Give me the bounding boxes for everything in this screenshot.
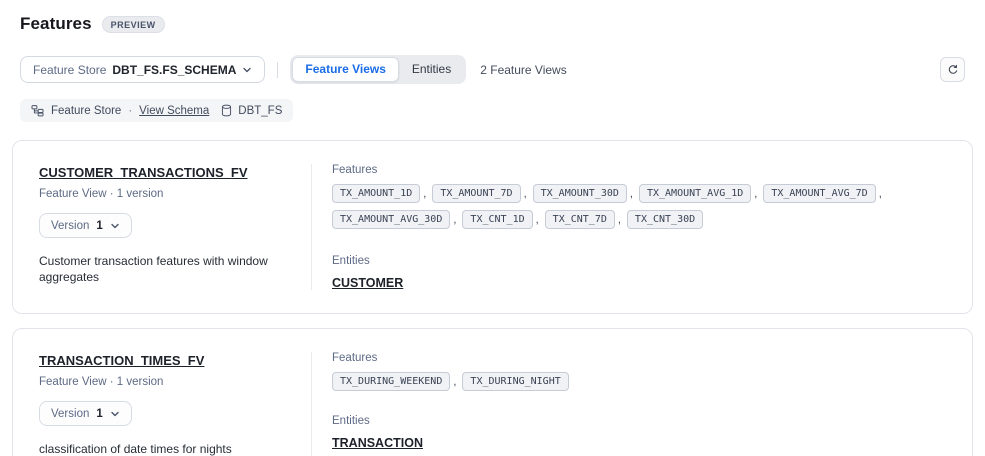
feature-chip: TX_AMOUNT_AVG_1D: [639, 184, 751, 203]
feature-view-card: TRANSACTION_TIMES_FV Feature View · 1 ve…: [12, 328, 973, 456]
feature-view-title-link[interactable]: CUSTOMER_TRANSACTIONS_FV: [39, 165, 248, 180]
database-name: DBT_FS: [238, 105, 282, 117]
page-title: Features: [20, 14, 92, 34]
schema-icon: [31, 104, 44, 117]
feature-chip: TX_AMOUNT_1D: [332, 184, 420, 203]
feature-chip: TX_DURING_WEEKEND: [332, 372, 450, 391]
refresh-button[interactable]: [940, 57, 965, 82]
chip-separator: ,: [536, 214, 539, 226]
entities-section: Entities CUSTOMER: [332, 255, 946, 290]
feature-chip: TX_CNT_7D: [545, 210, 615, 229]
feature-chip: TX_AMOUNT_30D: [533, 184, 627, 203]
chip-separator: ,: [754, 188, 757, 200]
chip-separator: ,: [453, 376, 456, 388]
preview-badge: PREVIEW: [102, 16, 165, 33]
breadcrumb-feature-store: Feature Store: [51, 105, 121, 117]
feature-chip: TX_CNT_30D: [627, 210, 703, 229]
features-section-label: Features: [332, 352, 946, 364]
feature-store-dropdown[interactable]: Feature Store DBT_FS.FS_SCHEMA: [20, 56, 265, 83]
version-value: 1: [96, 408, 102, 420]
feature-chip: TX_AMOUNT_AVG_30D: [332, 210, 450, 229]
database-icon: [220, 104, 233, 117]
version-label: Version: [51, 220, 89, 232]
features-section-label: Features: [332, 164, 946, 176]
feature-view-description: classification of date times for nights …: [39, 441, 285, 456]
entity-link-list: CUSTOMER: [332, 276, 946, 290]
feature-chip: TX_CNT_1D: [462, 210, 532, 229]
feature-view-subtitle: Feature View · 1 version: [39, 188, 285, 200]
tab-entities[interactable]: Entities: [399, 57, 464, 82]
chip-separator: ,: [879, 188, 882, 200]
chip-separator: ,: [423, 188, 426, 200]
entity-link[interactable]: TRANSACTION: [332, 436, 423, 450]
feature-store-value: DBT_FS.FS_SCHEMA: [112, 63, 236, 77]
feature-chip: TX_DURING_NIGHT: [462, 372, 568, 391]
chevron-down-icon: [110, 409, 120, 419]
entity-link[interactable]: CUSTOMER: [332, 276, 403, 290]
card-details-column: Features TX_AMOUNT_1D,TX_AMOUNT_7D,TX_AM…: [311, 164, 946, 290]
card-details-column: Features TX_DURING_WEEKEND, TX_DURING_NIG…: [311, 352, 946, 456]
chip-separator: ,: [453, 214, 456, 226]
feature-chip: TX_AMOUNT_7D: [432, 184, 520, 203]
feature-views-count: 2 Feature Views: [480, 63, 567, 77]
feature-store-label: Feature Store: [33, 63, 106, 77]
version-dropdown[interactable]: Version 1: [39, 401, 132, 426]
feature-view-description: Customer transaction features with windo…: [39, 253, 285, 285]
card-info-column: CUSTOMER_TRANSACTIONS_FV Feature View · …: [39, 164, 311, 290]
version-dropdown[interactable]: Version 1: [39, 213, 132, 238]
breadcrumb-database: DBT_FS: [220, 104, 282, 117]
feature-chip-list: TX_DURING_WEEKEND, TX_DURING_NIGHT: [332, 372, 942, 391]
chip-separator: ,: [618, 214, 621, 226]
feature-view-subtitle: Feature View · 1 version: [39, 376, 285, 388]
entity-link-list: TRANSACTION: [332, 436, 946, 450]
feature-view-title-link[interactable]: TRANSACTION_TIMES_FV: [39, 353, 204, 368]
tab-feature-views[interactable]: Feature Views: [292, 57, 398, 82]
feature-view-card: CUSTOMER_TRANSACTIONS_FV Feature View · …: [12, 140, 973, 314]
breadcrumb-separator: ·: [128, 105, 132, 117]
refresh-icon: [946, 63, 960, 77]
toolbar-divider: [277, 62, 278, 78]
entities-section: Entities TRANSACTION: [332, 415, 946, 450]
card-info-column: TRANSACTION_TIMES_FV Feature View · 1 ve…: [39, 352, 311, 456]
feature-view-list: CUSTOMER_TRANSACTIONS_FV Feature View · …: [12, 140, 973, 456]
chip-separator: ,: [630, 188, 633, 200]
features-page: Features PREVIEW Feature Store DBT_FS.FS…: [0, 0, 985, 456]
feature-chip: TX_AMOUNT_AVG_7D: [763, 184, 875, 203]
breadcrumb: Feature Store · View Schema DBT_FS: [20, 99, 293, 122]
version-value: 1: [96, 220, 102, 232]
view-schema-link[interactable]: View Schema: [139, 105, 209, 117]
entities-section-label: Entities: [332, 415, 946, 427]
page-header: Features PREVIEW: [12, 14, 973, 34]
chevron-down-icon: [242, 65, 252, 75]
tab-group: Feature Views Entities: [290, 55, 466, 84]
feature-chip-list: TX_AMOUNT_1D,TX_AMOUNT_7D,TX_AMOUNT_30D,…: [332, 184, 942, 229]
chevron-down-icon: [110, 221, 120, 231]
version-label: Version: [51, 408, 89, 420]
toolbar: Feature Store DBT_FS.FS_SCHEMA Feature V…: [12, 55, 973, 84]
chip-separator: ,: [524, 188, 527, 200]
entities-section-label: Entities: [332, 255, 946, 267]
